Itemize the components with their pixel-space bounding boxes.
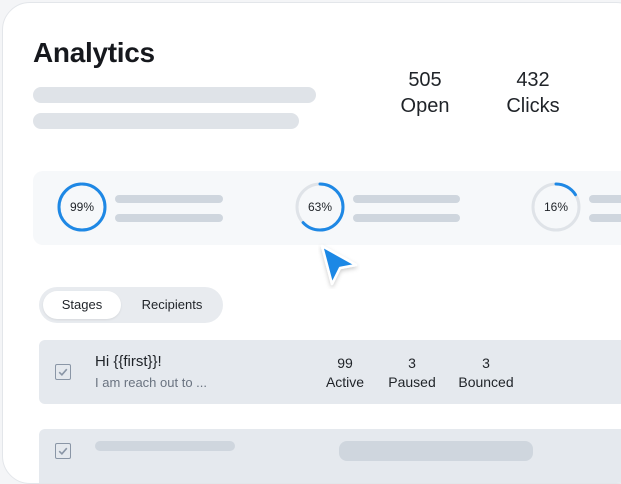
- ring-3-placeholder-bar: [589, 214, 621, 222]
- metric-bounced: 3 Bounced: [453, 354, 519, 392]
- row-placeholder-line: [95, 441, 235, 451]
- row-checkbox[interactable]: [55, 364, 71, 380]
- title-placeholder-line: [33, 87, 316, 103]
- tab-recipients[interactable]: Recipients: [125, 291, 219, 319]
- metric-active: 99 Active: [323, 354, 367, 392]
- row-placeholder-block: [339, 441, 533, 461]
- ring-2-placeholder-bar: [353, 214, 460, 222]
- sequence-title: Hi {{first}}!: [95, 353, 162, 370]
- progress-ring-2-label: 63%: [307, 200, 333, 214]
- tab-stages[interactable]: Stages: [43, 291, 121, 319]
- progress-ring-1-label: 99%: [69, 200, 95, 214]
- ring-1-placeholder-bar: [115, 214, 223, 222]
- metric-paused-label: Paused: [388, 374, 436, 390]
- metric-active-value: 99: [337, 355, 353, 371]
- sequence-row[interactable]: Hi {{first}}! I am reach out to ... 99 A…: [39, 340, 621, 404]
- sequence-row-placeholder[interactable]: [39, 429, 621, 483]
- check-icon: [58, 447, 68, 455]
- analytics-card: Analytics 505 Open 432 Clicks 99% 63% 16: [2, 2, 621, 484]
- tab-switcher: Stages Recipients: [39, 287, 223, 323]
- mouse-pointer-icon: [320, 244, 358, 286]
- stat-clicks-label: Clicks: [506, 95, 560, 117]
- page-title: Analytics: [33, 37, 155, 68]
- sequence-preview: I am reach out to ...: [95, 375, 207, 390]
- progress-strip: 99% 63% 16%: [33, 171, 621, 245]
- subtitle-placeholder-line: [33, 113, 299, 129]
- stat-clicks-value: 432: [516, 69, 550, 91]
- progress-ring-3-label: 16%: [543, 200, 569, 214]
- stat-open-label: Open: [400, 95, 450, 117]
- check-icon: [58, 368, 68, 376]
- stat-open-value: 505: [408, 69, 442, 91]
- ring-3-placeholder-bar: [589, 195, 621, 203]
- metric-active-label: Active: [325, 374, 365, 390]
- stat-open: 505 Open: [397, 67, 453, 119]
- metric-paused-value: 3: [408, 355, 416, 371]
- metric-bounced-value: 3: [482, 355, 490, 371]
- metric-bounced-label: Bounced: [458, 374, 514, 390]
- ring-1-placeholder-bar: [115, 195, 223, 203]
- row-checkbox[interactable]: [55, 443, 71, 459]
- ring-2-placeholder-bar: [353, 195, 460, 203]
- metric-paused: 3 Paused: [383, 354, 441, 392]
- stat-clicks: 432 Clicks: [499, 67, 567, 119]
